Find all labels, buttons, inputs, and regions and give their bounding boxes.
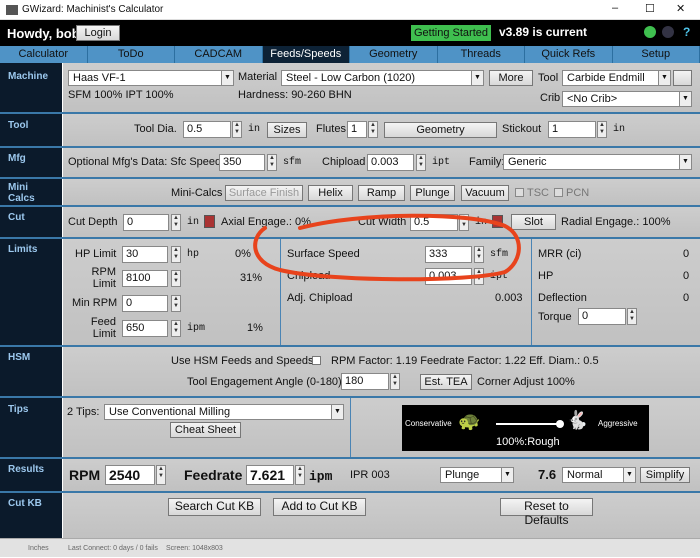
- red-annotation-circle: [0, 0, 700, 557]
